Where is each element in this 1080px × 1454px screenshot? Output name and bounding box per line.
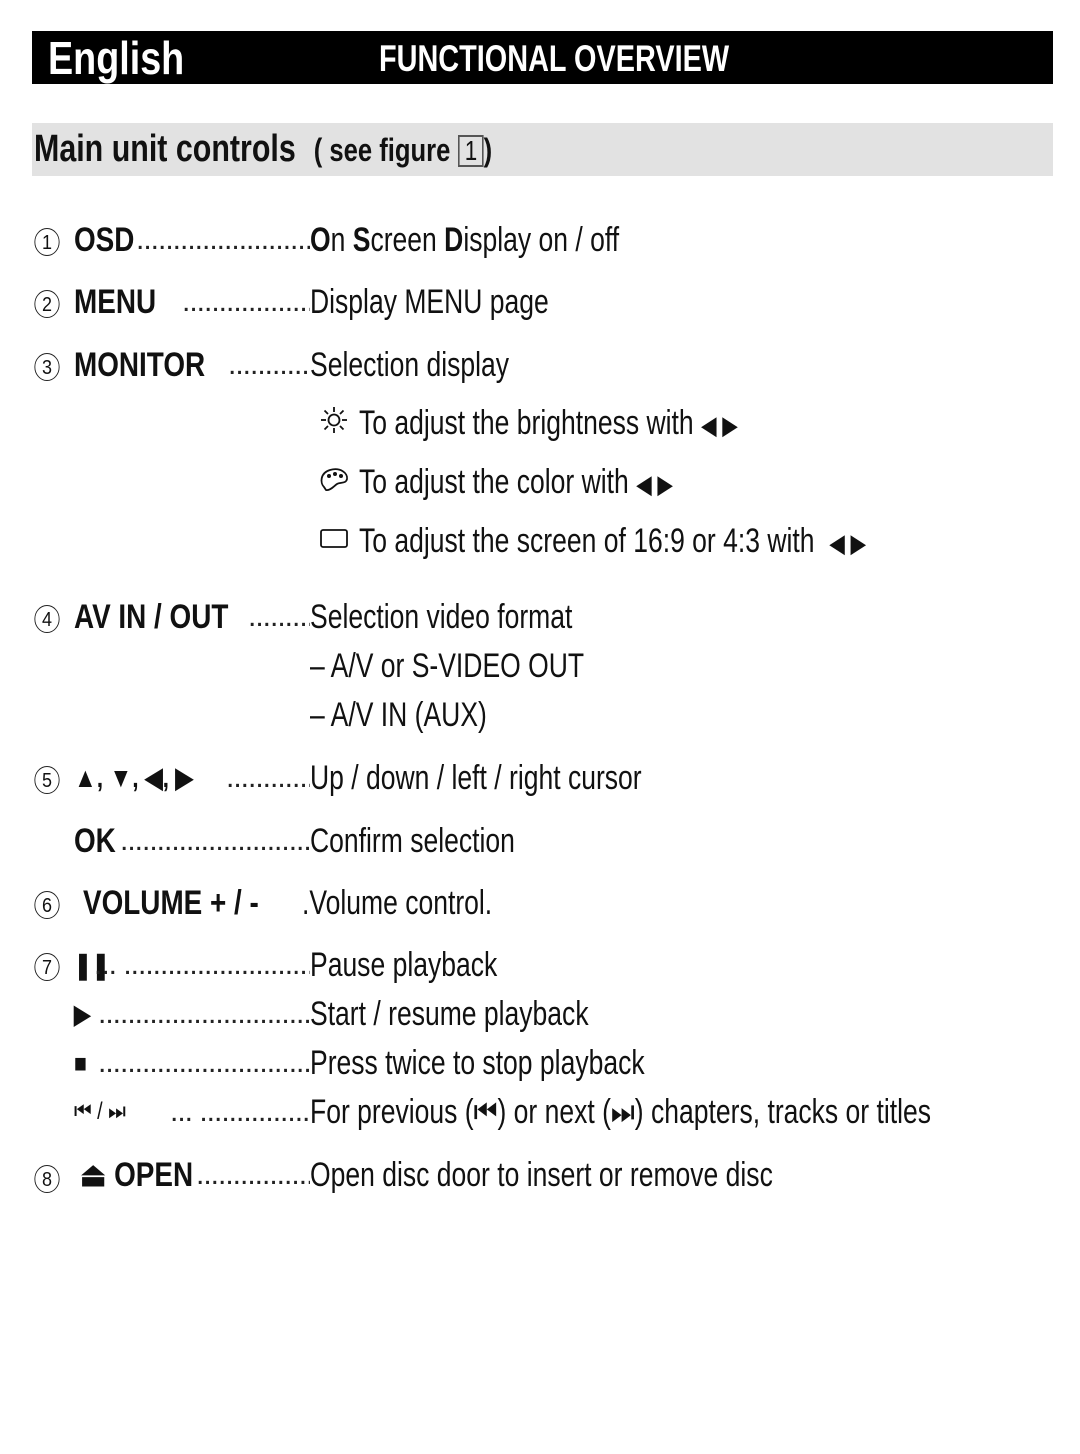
control-description: Selection video format bbox=[310, 598, 573, 636]
control-row-ok: OK .....................................… bbox=[0, 821, 1080, 865]
video-format-option: – A/V or S-VIDEO OUT bbox=[310, 647, 585, 685]
control-key: MENU bbox=[74, 283, 157, 321]
control-row-osd: 1 OSD ..................................… bbox=[0, 220, 1080, 264]
header-bar: English FUNCTIONAL OVERVIEW bbox=[32, 31, 1053, 84]
control-description: Up / down / left / right cursor bbox=[310, 759, 642, 797]
sub-item-text: To adjust the color with ◀ ▶ bbox=[359, 463, 674, 501]
leader-dots: ........................................… bbox=[120, 824, 310, 857]
monitor-sub-item: To adjust the color with ◀ ▶ bbox=[318, 462, 762, 504]
callout-number: 3 bbox=[34, 353, 60, 381]
video-format-option: – A/V IN (AUX) bbox=[310, 696, 487, 734]
control-row-play: ▶ ......................................… bbox=[0, 994, 1080, 1038]
leader-dots: ........................................… bbox=[98, 1046, 310, 1079]
monitor-sub-item: To adjust the screen of 16:9 or 4:3 with… bbox=[318, 521, 1010, 563]
eject-open-key: ⏏ OPEN bbox=[80, 1156, 194, 1194]
control-key: OK bbox=[74, 822, 116, 860]
control-row-monitor: 3 MONITOR ..............................… bbox=[0, 345, 1080, 389]
control-row-prev-next: ⏮ / ⏭ ... ..............................… bbox=[0, 1092, 1080, 1136]
callout-number: 1 bbox=[34, 228, 60, 256]
control-row-open: 8 ⏏ OPEN ...............................… bbox=[0, 1155, 1080, 1199]
callout-number: 7 bbox=[34, 953, 60, 981]
leader-dots: ........................................… bbox=[136, 223, 310, 256]
control-description: Selection display bbox=[310, 346, 510, 384]
color-palette-icon bbox=[318, 462, 350, 502]
control-description: Pause playback bbox=[310, 946, 498, 984]
screen-ratio-icon bbox=[318, 521, 350, 561]
left-right-arrows-icon: ◀ ▶ bbox=[636, 469, 674, 499]
callout-number: 8 bbox=[34, 1165, 60, 1193]
control-description: For previous (⏮) or next (⏭) chapters, t… bbox=[310, 1093, 932, 1131]
callout-number: 4 bbox=[34, 605, 60, 633]
control-description: .Volume control. bbox=[302, 884, 493, 922]
leader-dots: ........................................… bbox=[182, 285, 310, 318]
cursor-arrows-icon: ▲, ▼, ◀, ▶ bbox=[74, 762, 194, 793]
control-row-pause: 7 ❚❚ ... ...............................… bbox=[0, 945, 1080, 989]
page-title: FUNCTIONAL OVERVIEW bbox=[379, 38, 730, 79]
section-heading: Main unit controls ( see figure 1) bbox=[32, 123, 1053, 176]
control-description: Press twice to stop playback bbox=[310, 1044, 645, 1082]
play-icon: ▶ bbox=[74, 999, 91, 1029]
callout-number: 6 bbox=[34, 891, 60, 919]
control-description: Open disc door to insert or remove disc bbox=[310, 1156, 773, 1194]
leader-dots: ........................................… bbox=[98, 997, 310, 1030]
control-description: On Screen Display on / off bbox=[310, 221, 620, 259]
leader-dots: ........................................… bbox=[248, 600, 310, 633]
sub-item-text: To adjust the brightness with ◀ ▶ bbox=[359, 404, 739, 442]
control-key: VOLUME + / - bbox=[83, 884, 259, 922]
control-row-stop: ■ ......................................… bbox=[0, 1043, 1080, 1087]
control-row-menu: 2 MENU .................................… bbox=[0, 282, 1080, 326]
leader-dots: ........................................… bbox=[196, 1158, 310, 1191]
monitor-sub-item: To adjust the brightness with ◀ ▶ bbox=[318, 403, 845, 445]
section-title: Main unit controls bbox=[34, 128, 296, 170]
control-row-cursor: 5 ▲, ▼, ◀, ▶ ...........................… bbox=[0, 758, 1080, 802]
figure-reference: ( see figure 1) bbox=[313, 132, 493, 168]
language-label: English bbox=[48, 32, 185, 84]
callout-number: 2 bbox=[34, 290, 60, 318]
leader-dots: ........................................… bbox=[228, 348, 310, 381]
brightness-icon bbox=[318, 403, 350, 443]
figure-number-box: 1 bbox=[458, 135, 484, 167]
leader-dots: ........................................… bbox=[226, 761, 310, 794]
leader-dots: ... ....................................… bbox=[170, 1095, 310, 1128]
leader-dots: ... ....................................… bbox=[94, 948, 310, 981]
control-key: OSD bbox=[74, 221, 135, 259]
control-row-volume: 6 VOLUME + / - .Volume control. bbox=[0, 883, 1080, 927]
control-description: Display MENU page bbox=[310, 283, 549, 321]
stop-icon: ■ bbox=[74, 1048, 87, 1078]
prev-next-icon: ⏮ / ⏭ bbox=[74, 1098, 126, 1125]
left-right-arrows-icon: ◀ ▶ bbox=[701, 410, 739, 440]
control-key: AV IN / OUT bbox=[74, 598, 229, 636]
callout-number: 5 bbox=[34, 766, 60, 794]
control-description: Confirm selection bbox=[310, 822, 515, 860]
control-description: Start / resume playback bbox=[310, 995, 589, 1033]
left-right-arrows-icon: ◀ ▶ bbox=[829, 528, 867, 558]
sub-item-text: To adjust the screen of 16:9 or 4:3 with… bbox=[359, 522, 867, 560]
control-row-av-in-out: 4 AV IN / OUT ..........................… bbox=[0, 597, 1080, 641]
control-key: MONITOR bbox=[74, 346, 206, 384]
